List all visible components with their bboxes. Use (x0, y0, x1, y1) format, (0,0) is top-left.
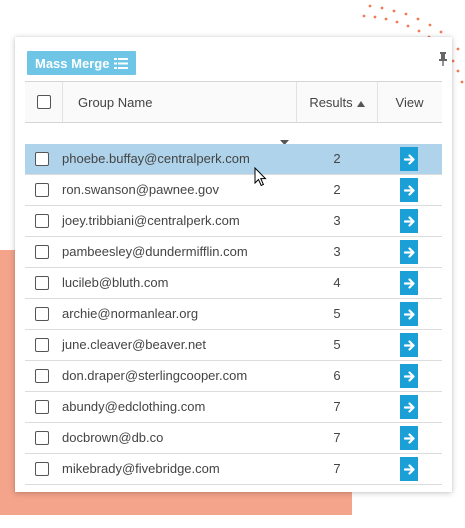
arrow-right-icon (403, 463, 415, 475)
view-button[interactable] (400, 302, 418, 326)
group-name-cell: ron.swanson@pawnee.gov (62, 182, 220, 197)
table-row[interactable]: lucileb@bluth.com 4 (25, 268, 442, 299)
view-button[interactable] (400, 457, 418, 481)
view-button[interactable] (400, 333, 418, 357)
list-icon (114, 57, 129, 69)
row-checkbox[interactable] (35, 276, 49, 290)
sort-ascending-icon (356, 95, 365, 110)
table-row[interactable]: docbrown@db.co 7 (25, 423, 442, 454)
group-name-cell: pambeesley@dundermifflin.com (62, 244, 248, 259)
mass-merge-panel: Mass Merge Group Name Results View phoeb… (15, 37, 452, 492)
group-name-cell: don.draper@sterlingcooper.com (62, 368, 248, 383)
row-checkbox[interactable] (35, 462, 49, 476)
arrow-right-icon (403, 184, 415, 196)
group-name-cell: mikebrady@fivebridge.com (62, 461, 220, 476)
group-name-cell: docbrown@db.co (62, 430, 164, 445)
column-view-label: View (395, 94, 424, 110)
results-cell: 5 (333, 306, 341, 321)
arrow-right-icon (403, 246, 415, 258)
mass-merge-button[interactable]: Mass Merge (27, 51, 137, 75)
results-cell: 2 (333, 182, 341, 197)
column-results[interactable]: Results (297, 82, 378, 122)
table-row[interactable]: ron.swanson@pawnee.gov 2 (25, 175, 442, 206)
table-row[interactable]: pambeesley@dundermifflin.com 3 (25, 237, 442, 268)
results-cell: 4 (333, 275, 341, 290)
view-button[interactable] (400, 364, 418, 388)
pin-icon[interactable] (438, 52, 448, 71)
mouse-cursor-icon (254, 166, 267, 192)
row-checkbox[interactable] (35, 152, 49, 166)
arrow-right-icon (403, 277, 415, 289)
arrow-right-icon (403, 215, 415, 227)
select-all-cell (25, 82, 63, 122)
column-group-name-label: Group Name (78, 94, 153, 110)
view-button[interactable] (400, 271, 418, 295)
group-name-cell: june.cleaver@beaver.net (62, 337, 207, 352)
view-button[interactable] (400, 147, 418, 171)
view-button[interactable] (400, 240, 418, 264)
group-name-cell: phoebe.buffay@centralperk.com (62, 151, 250, 166)
column-group-name[interactable]: Group Name (62, 82, 297, 122)
column-view: View (377, 82, 442, 122)
group-name-cell: lucileb@bluth.com (62, 275, 169, 290)
group-name-cell: archie@normanlear.org (62, 306, 199, 321)
row-checkbox[interactable] (35, 307, 49, 321)
results-cell: 2 (333, 151, 341, 166)
view-button[interactable] (400, 426, 418, 450)
mass-merge-label: Mass Merge (35, 55, 110, 71)
row-checkbox[interactable] (35, 400, 49, 414)
view-button[interactable] (400, 395, 418, 419)
table-row[interactable]: phoebe.buffay@centralperk.com 2 (25, 144, 442, 175)
row-checkbox[interactable] (35, 214, 49, 228)
results-cell: 3 (333, 244, 341, 259)
arrow-right-icon (403, 339, 415, 351)
table-row[interactable]: archie@normanlear.org 5 (25, 299, 442, 330)
row-checkbox[interactable] (35, 338, 49, 352)
results-cell: 7 (333, 399, 341, 414)
results-cell: 7 (333, 461, 341, 476)
results-cell: 3 (333, 213, 341, 228)
table-row[interactable]: joey.tribbiani@centralperk.com 3 (25, 206, 442, 237)
view-button[interactable] (400, 209, 418, 233)
group-name-cell: joey.tribbiani@centralperk.com (62, 213, 240, 228)
table-row[interactable]: mikebrady@fivebridge.com 7 (25, 454, 442, 485)
row-checkbox[interactable] (35, 245, 49, 259)
group-list: phoebe.buffay@centralperk.com 2 ron.swanso… (25, 144, 442, 485)
group-name-cell: abundy@edclothing.com (62, 399, 206, 414)
column-results-label: Results (309, 94, 353, 110)
results-cell: 7 (333, 430, 341, 445)
arrow-right-icon (403, 153, 415, 165)
row-checkbox[interactable] (35, 431, 49, 445)
results-cell: 6 (333, 368, 341, 383)
view-button[interactable] (400, 178, 418, 202)
arrow-right-icon (403, 432, 415, 444)
table-row[interactable]: june.cleaver@beaver.net 5 (25, 330, 442, 361)
arrow-right-icon (403, 401, 415, 413)
row-checkbox[interactable] (35, 183, 49, 197)
table-row[interactable]: don.draper@sterlingcooper.com 6 (25, 361, 442, 392)
row-checkbox[interactable] (35, 369, 49, 383)
results-cell: 5 (333, 337, 341, 352)
arrow-right-icon (403, 308, 415, 320)
table-header: Group Name Results View (25, 81, 442, 123)
select-all-checkbox[interactable] (36, 95, 51, 109)
table-row[interactable]: abundy@edclothing.com 7 (25, 392, 442, 423)
arrow-right-icon (403, 370, 415, 382)
